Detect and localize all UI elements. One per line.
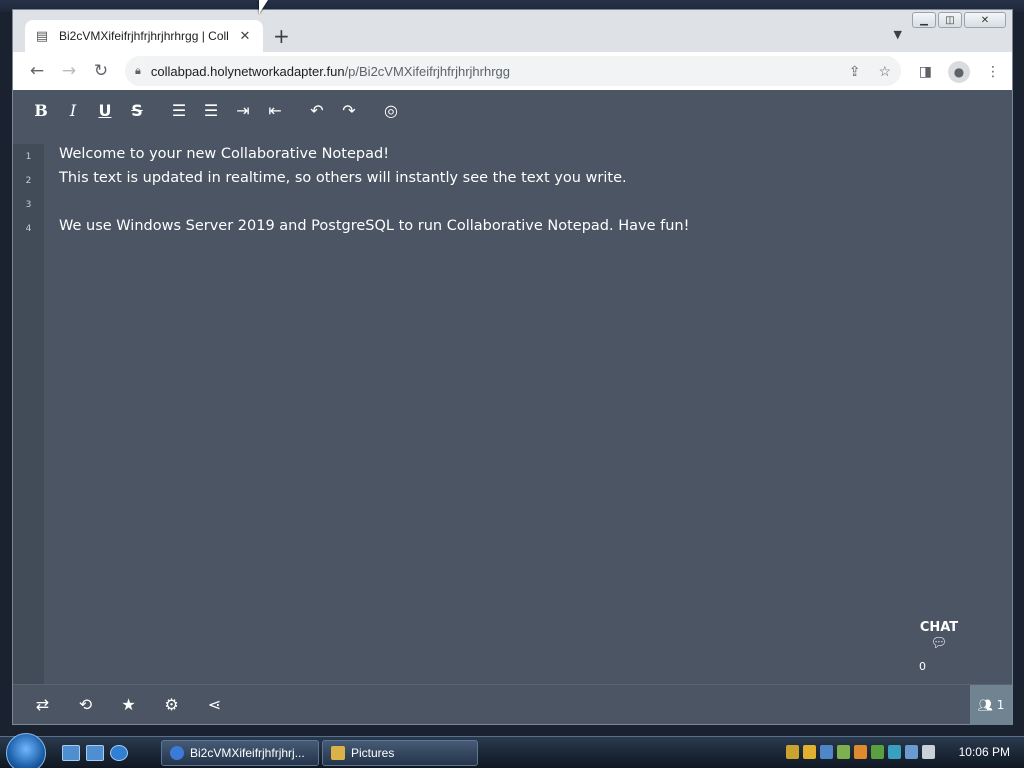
profile-avatar-icon[interactable]: ● <box>948 61 970 83</box>
side-panel-icon[interactable]: ◨ <box>919 64 932 80</box>
users-count: 1 <box>996 698 1005 712</box>
users-icon: 👥︎ <box>977 698 993 712</box>
tray-icon[interactable] <box>854 745 867 759</box>
tab-strip: ▤ Bi2cVMXifeifrjhfrjhrjhrhrgg | Coll ✕ +… <box>13 10 1012 52</box>
bookmark-star-icon[interactable]: ☆ <box>878 63 891 80</box>
outdent-icon[interactable]: ⇤ <box>259 94 291 126</box>
bottom-toolbar: ⇄ ⟲ ★ ⚙ ⋖ 👥︎ 1 <box>13 684 1012 725</box>
close-tab-icon[interactable]: ✕ <box>237 29 253 44</box>
show-desktop-icon[interactable] <box>62 745 80 761</box>
folder-icon <box>331 746 345 760</box>
star-icon[interactable]: ★ <box>107 695 150 714</box>
start-button[interactable] <box>6 733 46 768</box>
tab-search-icon[interactable]: ▼ <box>894 28 902 41</box>
editor-line[interactable]: This text is updated in realtime, so oth… <box>59 170 627 186</box>
underline-button[interactable]: U <box>89 94 121 126</box>
url-path: /p/Bi2cVMXifeifrjhfrjhrjhrhrgg <box>344 63 511 79</box>
taskbar-item-chrome[interactable]: Bi2cVMXifeifrjhfrjhrj... <box>161 740 319 766</box>
line-number: 2 <box>25 176 32 186</box>
tray-icon[interactable] <box>803 745 816 759</box>
tray-icon[interactable] <box>786 745 799 759</box>
history-icon[interactable]: ⟲ <box>64 695 107 714</box>
eye-slash-icon[interactable]: ◎ <box>375 94 407 126</box>
browser-tab[interactable]: ▤ Bi2cVMXifeifrjhfrjhrjhrhrgg | Coll ✕ <box>25 20 263 52</box>
browser-toolbar: ← → ↻ 🔒︎ collabpad.holynetworkadapter.fu… <box>13 52 1012 90</box>
line-number: 4 <box>25 224 32 234</box>
italic-button[interactable]: I <box>57 94 89 126</box>
restore-button[interactable]: ◫ <box>938 12 962 28</box>
url-host: collabpad.holynetworkadapter.fun <box>150 63 345 79</box>
undo-icon[interactable]: ↶ <box>301 94 333 126</box>
bold-button[interactable]: B <box>25 94 57 126</box>
chrome-icon <box>170 746 184 760</box>
mouse-cursor <box>259 0 268 14</box>
taskbar-item-label: Bi2cVMXifeifrjhfrjhrj... <box>190 746 305 760</box>
share-icon[interactable]: ⇪ <box>849 63 861 80</box>
indent-icon[interactable]: ⇥ <box>227 94 259 126</box>
windows-taskbar: Bi2cVMXifeifrjhfrjhrj... Pictures 10:06 … <box>0 733 1024 768</box>
new-tab-button[interactable]: + <box>273 24 290 48</box>
tray-icon[interactable] <box>837 745 850 759</box>
tray-icon[interactable] <box>820 745 833 759</box>
address-bar[interactable]: 🔒︎ collabpad.holynetworkadapter.fun/p/Bi… <box>125 56 901 86</box>
volume-icon[interactable] <box>922 745 935 759</box>
ordered-list-icon[interactable]: ☰ <box>163 94 195 126</box>
share-nodes-icon[interactable]: ⋖ <box>193 695 236 714</box>
settings-gear-icon[interactable]: ⚙ <box>150 695 193 714</box>
editor-line[interactable]: Welcome to your new Collaborative Notepa… <box>59 146 389 162</box>
window-close-button[interactable]: ✕ <box>964 12 1006 28</box>
notepad-page: B I U S ☰ ☰ ⇥ ⇤ ↶ ↷ ◎ 1 Welcome to your … <box>13 90 1012 725</box>
taskbar-clock[interactable]: 10:06 PM <box>959 745 1010 759</box>
window-controls: ▁ ◫ ✕ <box>912 12 1006 28</box>
taskbar-item-label: Pictures <box>351 746 395 760</box>
strikethrough-button[interactable]: S <box>121 94 153 126</box>
network-icon[interactable] <box>905 745 918 759</box>
line-number: 3 <box>25 200 32 210</box>
menu-kebab-icon[interactable]: ⋮ <box>986 64 1000 80</box>
notepad-favicon-icon: ▤ <box>35 28 49 44</box>
tray-icon[interactable] <box>888 745 901 759</box>
chat-bubbles-icon: 💬︎ <box>930 636 948 651</box>
tab-title: Bi2cVMXifeifrjhfrjhrjhrhrgg | Coll <box>59 29 229 43</box>
switch-windows-icon[interactable] <box>86 745 104 761</box>
lock-icon[interactable]: 🔒︎ <box>135 65 141 78</box>
taskbar-item-pictures[interactable]: Pictures <box>322 740 478 766</box>
import-export-icon[interactable]: ⇄ <box>21 695 64 714</box>
reload-button[interactable]: ↻ <box>85 61 117 81</box>
line-number: 1 <box>25 152 32 162</box>
editor-line[interactable]: We use Windows Server 2019 and PostgreSQ… <box>59 218 689 234</box>
chat-button[interactable]: CHAT 💬︎ 0 <box>909 620 969 673</box>
chat-count: 0 <box>919 660 926 673</box>
back-button[interactable]: ← <box>21 61 53 81</box>
editor-toolbar: B I U S ☰ ☰ ⇥ ⇤ ↶ ↷ ◎ <box>13 90 1012 130</box>
minimize-button[interactable]: ▁ <box>912 12 936 28</box>
tray-icon[interactable] <box>871 745 884 759</box>
internet-explorer-icon[interactable] <box>110 745 128 761</box>
unordered-list-icon[interactable]: ☰ <box>195 94 227 126</box>
forward-button[interactable]: → <box>53 61 85 81</box>
quick-launch <box>62 745 128 761</box>
users-button[interactable]: 👥︎ 1 <box>970 685 1012 725</box>
chat-label: CHAT <box>919 620 959 635</box>
redo-icon[interactable]: ↷ <box>333 94 365 126</box>
system-tray <box>786 745 935 759</box>
browser-window: ▤ Bi2cVMXifeifrjhfrjhrjhrhrgg | Coll ✕ +… <box>12 9 1013 725</box>
